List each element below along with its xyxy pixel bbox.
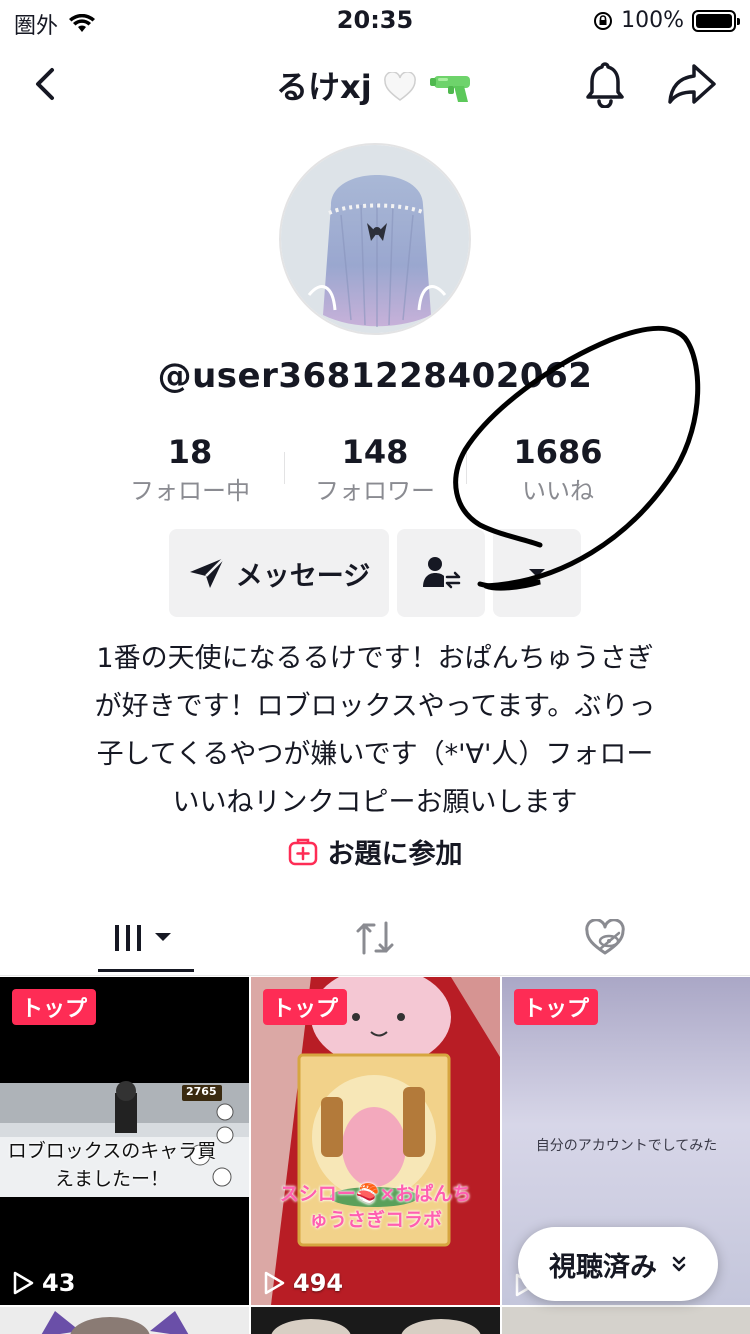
caret-down-icon <box>529 569 545 577</box>
stat-followers[interactable]: 148 フォロワー <box>285 430 465 508</box>
video-thumbnail[interactable] <box>0 1307 249 1334</box>
view-count-value: 494 <box>293 1269 344 1297</box>
user-swap-icon <box>423 557 461 589</box>
play-icon <box>13 1271 34 1295</box>
followers-count: 148 <box>341 433 409 471</box>
page-title: るけxj <box>0 62 750 108</box>
title-text: るけxj <box>276 68 372 106</box>
followers-label: フォロワー <box>315 477 435 505</box>
view-count: 43 <box>12 1269 75 1297</box>
active-tab-indicator <box>98 969 194 972</box>
cat-ears-thumbnail-image <box>41 1311 189 1334</box>
message-button-label: メッセージ <box>235 560 371 592</box>
topic-link-label: お題に参加 <box>327 839 463 870</box>
follow-status-button[interactable] <box>397 529 485 617</box>
bio-line: いいねリンクコピーお願いします <box>172 787 578 818</box>
bio-line: 1番の天使になるるけです！おぱんちゅうさぎ <box>96 643 654 674</box>
stat-following[interactable]: 18 フォロー中 <box>100 430 280 508</box>
watched-filter-label: 視聴済み <box>549 1251 657 1283</box>
message-button[interactable]: メッセージ <box>169 529 389 617</box>
liked-hidden-icon <box>585 919 625 955</box>
double-chevron-down-icon <box>672 1256 686 1272</box>
likes-label: いいね <box>522 477 594 505</box>
battery-percent: 100% <box>621 8 684 33</box>
grid-bars-icon <box>115 925 171 951</box>
profile-header: るけxj <box>0 52 750 118</box>
profile-actions: メッセージ <box>0 529 750 617</box>
video-caption: ロブロックスのキャラ買えましたー！ <box>7 1140 217 1190</box>
bell-icon <box>586 62 624 109</box>
top-badge: トップ <box>263 989 348 1025</box>
notification-bell-button[interactable] <box>582 60 628 109</box>
video-thumbnail[interactable]: 2765 ロブロックスのキャラ買えましたー！ トップ 43 <box>0 977 249 1305</box>
top-badge: トップ <box>12 989 97 1025</box>
send-icon <box>189 557 225 588</box>
tab-reposts[interactable] <box>250 900 500 976</box>
video-thumbnail[interactable]: スシロー🍣×おぱんちゅうさぎコラボ トップ 494 <box>251 977 500 1305</box>
tab-liked[interactable] <box>480 900 730 976</box>
share-arrow-icon <box>668 64 716 104</box>
profile-stats: 18 フォロー中 148 フォロワー 1686 いいね <box>0 430 750 510</box>
bio-line: 子してくるやつが嫌いです（*'∀'人）フォロー <box>96 739 654 770</box>
watched-filter-button[interactable]: 視聴済み <box>518 1227 718 1301</box>
play-icon <box>264 1271 285 1295</box>
stat-divider <box>466 452 467 484</box>
sushiro-collab-thumbnail-image <box>251 977 500 1305</box>
following-label: フォロー中 <box>130 477 250 505</box>
stat-likes[interactable]: 1686 いいね <box>468 430 648 508</box>
share-button[interactable] <box>666 60 718 108</box>
video-caption: スシロー🍣×おぱんちゅうさぎコラボ <box>279 1183 472 1231</box>
avatar-image <box>281 145 469 333</box>
status-right: 100% <box>593 8 740 33</box>
bio-line: が好きです！ロブロックスやってます。ぶりっ <box>94 691 656 722</box>
dark-thumbnail-image <box>271 1319 481 1334</box>
more-dropdown-button[interactable] <box>493 529 581 617</box>
view-count-value: 43 <box>42 1269 76 1297</box>
view-count: 494 <box>263 1269 343 1297</box>
game-score-label: 2765 <box>186 1085 217 1098</box>
video-thumbnail[interactable] <box>251 1307 500 1334</box>
top-badge: トップ <box>514 989 599 1025</box>
tab-videos[interactable] <box>20 900 270 976</box>
orientation-lock-icon <box>594 11 613 30</box>
topic-link[interactable]: お題に参加 <box>0 832 750 871</box>
likes-count: 1686 <box>513 433 603 471</box>
content-tabs <box>0 900 750 976</box>
battery-fill <box>696 13 732 28</box>
profile-avatar[interactable] <box>279 143 471 335</box>
username: @user3681228402062 <box>157 356 593 396</box>
repost-icon <box>356 921 394 955</box>
video-caption: 自分のアカウントでしてみた <box>535 1138 718 1154</box>
profile-bio: 1番の天使になるるけです！おぱんちゅうさぎ が好きです！ロブロックスやってます。… <box>40 635 710 827</box>
status-bar: 圏外 20:35 100% <box>0 0 750 42</box>
battery-icon <box>692 9 740 32</box>
add-topic-icon <box>288 838 317 865</box>
video-thumbnail[interactable] <box>502 1307 750 1334</box>
water-pistol-icon <box>429 76 470 102</box>
white-heart-icon <box>383 72 416 101</box>
following-count: 18 <box>167 433 213 471</box>
